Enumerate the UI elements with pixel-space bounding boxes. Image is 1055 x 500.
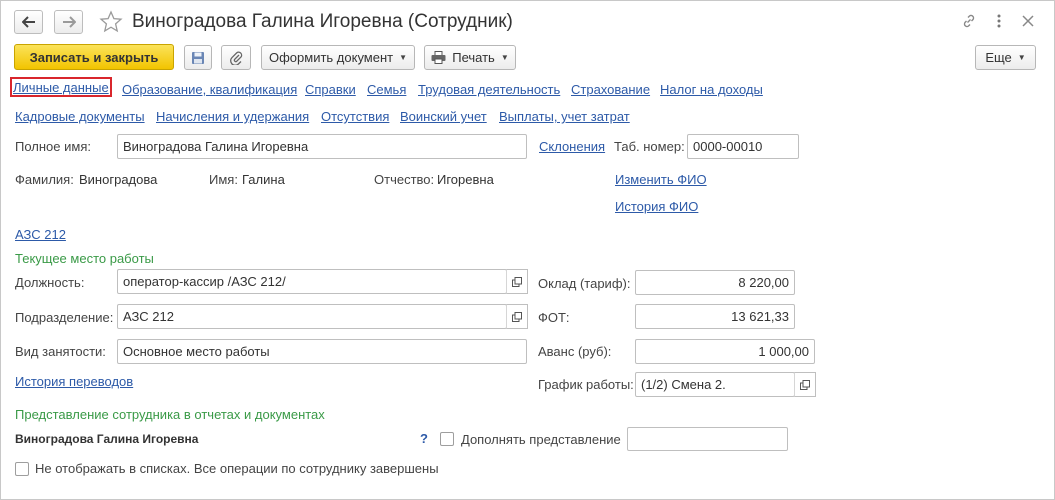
nav-personal-data[interactable]: Личные данные	[10, 77, 112, 97]
transfer-history-link[interactable]: История переводов	[15, 374, 133, 389]
hide-in-lists-checkbox[interactable]	[15, 462, 29, 476]
back-button[interactable]	[14, 10, 43, 34]
save-button[interactable]	[184, 45, 212, 70]
declensions-link[interactable]: Склонения	[539, 139, 605, 154]
printer-icon	[431, 51, 446, 64]
arrow-left-icon	[21, 16, 35, 28]
tab-number-field[interactable]: 0000-00010	[687, 134, 799, 159]
full-name-field[interactable]: Виноградова Галина Игоревна	[117, 134, 527, 159]
schedule-label: График работы:	[538, 377, 634, 392]
nav-insurance[interactable]: Страхование	[571, 82, 650, 97]
department-label: Подразделение:	[15, 310, 114, 325]
forward-button[interactable]	[54, 10, 83, 34]
position-field[interactable]: оператор-кассир /АЗС 212/	[117, 269, 507, 294]
open-form-icon	[512, 276, 522, 287]
name-history-link[interactable]: История ФИО	[615, 199, 698, 214]
nav-work-activity[interactable]: Трудовая деятельность	[418, 82, 560, 97]
department-field[interactable]: АЗС 212	[117, 304, 507, 329]
nav-education[interactable]: Образование, квалификация	[122, 82, 297, 97]
fot-field[interactable]: 13 621,33	[635, 304, 795, 329]
more-vertical-icon	[997, 14, 1001, 28]
nav-payments-costs[interactable]: Выплаты, учет затрат	[499, 109, 630, 124]
favorite-button[interactable]	[99, 10, 123, 34]
open-form-icon	[512, 311, 522, 322]
department-open-button[interactable]	[506, 304, 528, 329]
first-name-value: Галина	[242, 172, 285, 187]
create-document-label: Оформить документ	[268, 50, 394, 65]
more-dropdown[interactable]: Еще ▼	[975, 45, 1036, 70]
employee-form-window: Виноградова Галина Игоревна (Сотрудник) …	[0, 0, 1055, 500]
print-label: Печать	[452, 50, 495, 65]
patronymic-value: Игоревна	[437, 172, 494, 187]
schedule-open-button[interactable]	[794, 372, 816, 397]
more-actions-button[interactable]	[989, 11, 1009, 31]
link-button[interactable]	[959, 11, 979, 31]
advance-field[interactable]: 1 000,00	[635, 339, 815, 364]
window-title: Виноградова Галина Игоревна (Сотрудник)	[132, 11, 513, 32]
employment-type-label: Вид занятости:	[15, 344, 106, 359]
nav-certificates[interactable]: Справки	[305, 82, 356, 97]
save-and-close-button[interactable]: Записать и закрыть	[14, 44, 174, 70]
help-icon[interactable]: ?	[420, 431, 428, 446]
dropdown-caret-icon: ▼	[399, 53, 408, 62]
more-label: Еще	[985, 50, 1012, 65]
link-icon	[963, 14, 975, 28]
nav-military-records[interactable]: Воинский учет	[400, 109, 487, 124]
attach-files-button[interactable]	[221, 45, 251, 70]
open-form-icon	[800, 379, 810, 390]
surname-label: Фамилия:	[15, 172, 74, 187]
create-document-dropdown[interactable]: Оформить документ ▼	[261, 45, 415, 70]
paperclip-icon	[230, 51, 243, 65]
patronymic-label: Отчество:	[374, 172, 435, 187]
supplement-representation-field[interactable]	[627, 427, 788, 451]
salary-label: Оклад (тариф):	[538, 276, 631, 291]
dropdown-caret-icon: ▼	[1017, 53, 1026, 62]
salary-field[interactable]: 8 220,00	[635, 270, 795, 295]
close-icon	[1022, 15, 1034, 27]
position-open-button[interactable]	[506, 269, 528, 294]
supplement-representation-checkbox[interactable]	[440, 432, 454, 446]
nav-income-tax[interactable]: Налог на доходы	[660, 82, 763, 97]
advance-label: Аванс (руб):	[538, 344, 612, 359]
star-icon	[99, 10, 123, 33]
dropdown-caret-icon: ▼	[500, 53, 509, 62]
position-label: Должность:	[15, 275, 85, 290]
print-dropdown[interactable]: Печать ▼	[424, 45, 516, 70]
floppy-disk-icon	[192, 51, 204, 64]
nav-hr-documents[interactable]: Кадровые документы	[15, 109, 145, 124]
full-name-label: Полное имя:	[15, 139, 91, 154]
hide-in-lists-label: Не отображать в списках. Все операции по…	[35, 461, 439, 476]
organization-link[interactable]: АЗС 212	[15, 227, 66, 242]
nav-accruals-deductions[interactable]: Начисления и удержания	[156, 109, 309, 124]
nav-family[interactable]: Семья	[367, 82, 406, 97]
nav-absences[interactable]: Отсутствия	[321, 109, 389, 124]
schedule-field[interactable]: (1/2) Смена 2.	[635, 372, 795, 397]
representation-value: Виноградова Галина Игоревна	[15, 432, 199, 446]
fot-label: ФОТ:	[538, 310, 570, 325]
change-name-link[interactable]: Изменить ФИО	[615, 172, 707, 187]
arrow-right-icon	[62, 16, 76, 28]
current-workplace-section-title: Текущее место работы	[15, 251, 154, 266]
employment-type-field[interactable]: Основное место работы	[117, 339, 527, 364]
close-button[interactable]	[1018, 11, 1038, 31]
surname-value: Виноградова	[79, 172, 158, 187]
first-name-label: Имя:	[209, 172, 238, 187]
tab-number-label: Таб. номер:	[614, 139, 685, 154]
supplement-representation-label: Дополнять представление	[461, 432, 621, 447]
representation-section-title: Представление сотрудника в отчетах и док…	[15, 407, 325, 422]
